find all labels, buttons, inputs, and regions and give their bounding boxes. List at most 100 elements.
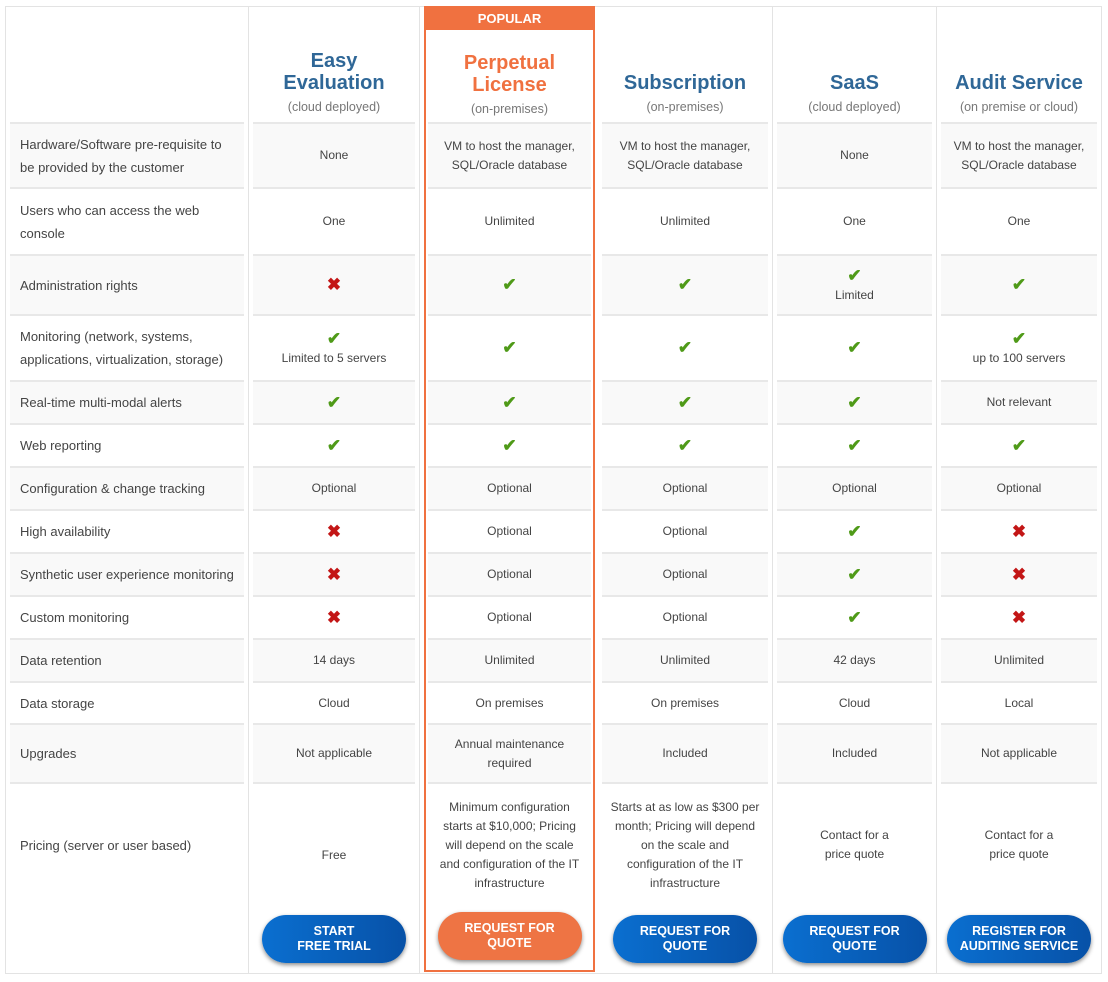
check-icon: ✔	[1011, 275, 1027, 294]
plan-cell: ✖	[253, 552, 415, 595]
feature-label: Hardware/Software pre-requisite to be pr…	[10, 122, 244, 187]
plan-cell: Not applicable	[941, 723, 1097, 782]
plan-cell: ✔	[777, 552, 932, 595]
check-icon: ✔	[502, 435, 517, 455]
check-icon: ✔	[677, 435, 693, 455]
plan-cell-text: Optional	[311, 481, 357, 495]
plan-header: Perpetual License (on-premises)	[426, 9, 593, 124]
cross-icon: ✖	[326, 275, 342, 294]
cta-button-perpetual-license[interactable]: REQUEST FOR QUOTE	[437, 912, 582, 960]
plan-column-saas: SaaS (cloud deployed) None One ✔ Limited ✔ ✔ ✔ Op…	[773, 7, 937, 973]
plan-cell-text: Optional	[662, 610, 708, 624]
check-icon: ✔	[502, 275, 517, 294]
plan-cell: One	[777, 187, 932, 254]
plan-cell: ✔	[941, 423, 1097, 466]
plan-cell-text: Optional	[662, 567, 708, 581]
feature-label: Data retention	[10, 638, 244, 681]
cross-icon: ✖	[1011, 564, 1027, 584]
feature-label: Administration rights	[10, 254, 244, 314]
plan-cell-text: Unlimited	[484, 653, 535, 667]
plan-cell: Optional	[602, 466, 768, 509]
plan-cell-text: Optional	[662, 524, 708, 538]
plan-cell-text: Optional	[487, 610, 532, 624]
plan-cell: Optional	[428, 595, 591, 638]
plan-cell-text: VM to host the manager, SQL/Oracle datab…	[444, 138, 575, 172]
plan-cell: Local	[941, 681, 1097, 723]
check-icon: ✔	[847, 564, 862, 584]
check-icon: ✔	[1011, 329, 1027, 348]
plan-title: Perpetual License	[463, 52, 556, 96]
cta-button-audit-service[interactable]: REGISTER FOR AUDITING SERVICE	[947, 915, 1091, 963]
cross-icon: ✖	[1011, 607, 1027, 627]
plan-cell-text: Not applicable	[980, 746, 1058, 760]
check-icon: ✔	[326, 329, 342, 348]
check-icon: ✔	[1011, 435, 1027, 455]
plan-cell: Optional	[602, 552, 768, 595]
plan-cell: ✖	[941, 595, 1097, 638]
feature-label: Pricing (server or user based)	[10, 782, 244, 906]
plan-cell: Unlimited	[428, 187, 591, 254]
plan-cell-text: Not relevant	[986, 395, 1052, 409]
plan-cell-text: None	[840, 148, 869, 162]
feature-label-text: Real-time multi-modal alerts	[20, 395, 182, 410]
plan-cell-text: Annual maintenance required	[454, 736, 565, 770]
plan-cell: On premises	[602, 681, 768, 723]
check-icon: ✔	[326, 392, 342, 412]
plan-cell: ✔	[602, 254, 768, 314]
plan-cell: Unlimited	[941, 638, 1097, 681]
feature-label-text: Custom monitoring	[20, 610, 130, 625]
plan-title: SaaS	[830, 72, 879, 94]
plan-cell: ✔	[602, 423, 768, 466]
cta-button-subscription[interactable]: REQUEST FOR QUOTE	[613, 915, 757, 963]
plan-cell-text: Contact for a price quote	[984, 828, 1054, 861]
plan-title: Subscription	[623, 72, 747, 94]
plan-cell: Unlimited	[602, 638, 768, 681]
plan-cell-text: Cloud	[318, 695, 350, 710]
plan-cell: Minimum configuration starts at $10,000;…	[428, 782, 591, 906]
plan-cell: ✔	[602, 314, 768, 380]
check-icon: ✔	[847, 266, 862, 285]
plan-cell-text: Local	[1004, 695, 1034, 710]
pricing-comparison-table: Hardware/Software pre-requisite to be pr…	[5, 6, 1102, 974]
check-icon: ✔	[847, 435, 862, 455]
feature-label: Monitoring (network, systems, applicatio…	[10, 314, 244, 380]
plan-header: Audit Service (on premise or cloud)	[937, 7, 1101, 122]
plan-cell: ✔	[602, 380, 768, 423]
plan-cell-text: Optional	[662, 481, 708, 495]
plan-cell: Optional	[602, 595, 768, 638]
plan-cell: Optional	[428, 466, 591, 509]
feature-label-text: Data retention	[20, 653, 102, 668]
plan-cell-text: VM to host the manager, SQL/Oracle datab…	[619, 138, 751, 172]
cross-icon: ✖	[1011, 521, 1027, 541]
check-icon: ✔	[502, 338, 517, 357]
cta-button-easy-evaluation[interactable]: START FREE TRIAL	[262, 915, 406, 963]
cta-button-saas[interactable]: REQUEST FOR QUOTE	[782, 915, 927, 963]
plan-cell: Free	[253, 782, 415, 906]
plan-cell: None	[253, 122, 415, 187]
plan-cell: ✔	[777, 314, 932, 380]
plan-cell: ✖	[941, 509, 1097, 552]
plan-cell: ✔ up to 100 servers	[941, 314, 1097, 380]
plan-cell-text: Limited	[835, 288, 874, 302]
check-icon: ✔	[847, 338, 862, 357]
plan-cell: ✖	[253, 254, 415, 314]
plan-column-subscription: Subscription (on-premises) VM to host the …	[598, 7, 773, 973]
plan-subtitle: (on-premises)	[470, 102, 549, 116]
plan-cell-text: Unlimited	[484, 214, 535, 228]
plan-cell: Not applicable	[253, 723, 415, 782]
plan-cell-text: Unlimited	[659, 653, 710, 667]
plan-cell-text: One	[322, 214, 346, 228]
plan-cell: Not relevant	[941, 380, 1097, 423]
plan-cell-text: One	[1007, 214, 1031, 228]
feature-label-text: Synthetic user experience monitoring	[20, 567, 234, 582]
plan-cell: Optional	[602, 509, 768, 552]
plan-column-easy-evaluation: Easy Evaluation (cloud deployed) None One ✖ ✔ L…	[249, 7, 420, 973]
feature-label: Custom monitoring	[10, 595, 244, 638]
plan-subtitle: (on-premises)	[646, 100, 724, 114]
plan-cell-text: 14 days	[312, 653, 356, 667]
feature-label-text: Monitoring (network, systems, applicatio…	[20, 329, 224, 367]
plan-column-perpetual-license: POPULAR Perpetual License (on-premises) VM t…	[424, 6, 595, 972]
feature-label: Upgrades	[10, 723, 244, 782]
plan-cell: VM to host the manager, SQL/Oracle datab…	[602, 122, 768, 187]
feature-label: Web reporting	[10, 423, 244, 466]
